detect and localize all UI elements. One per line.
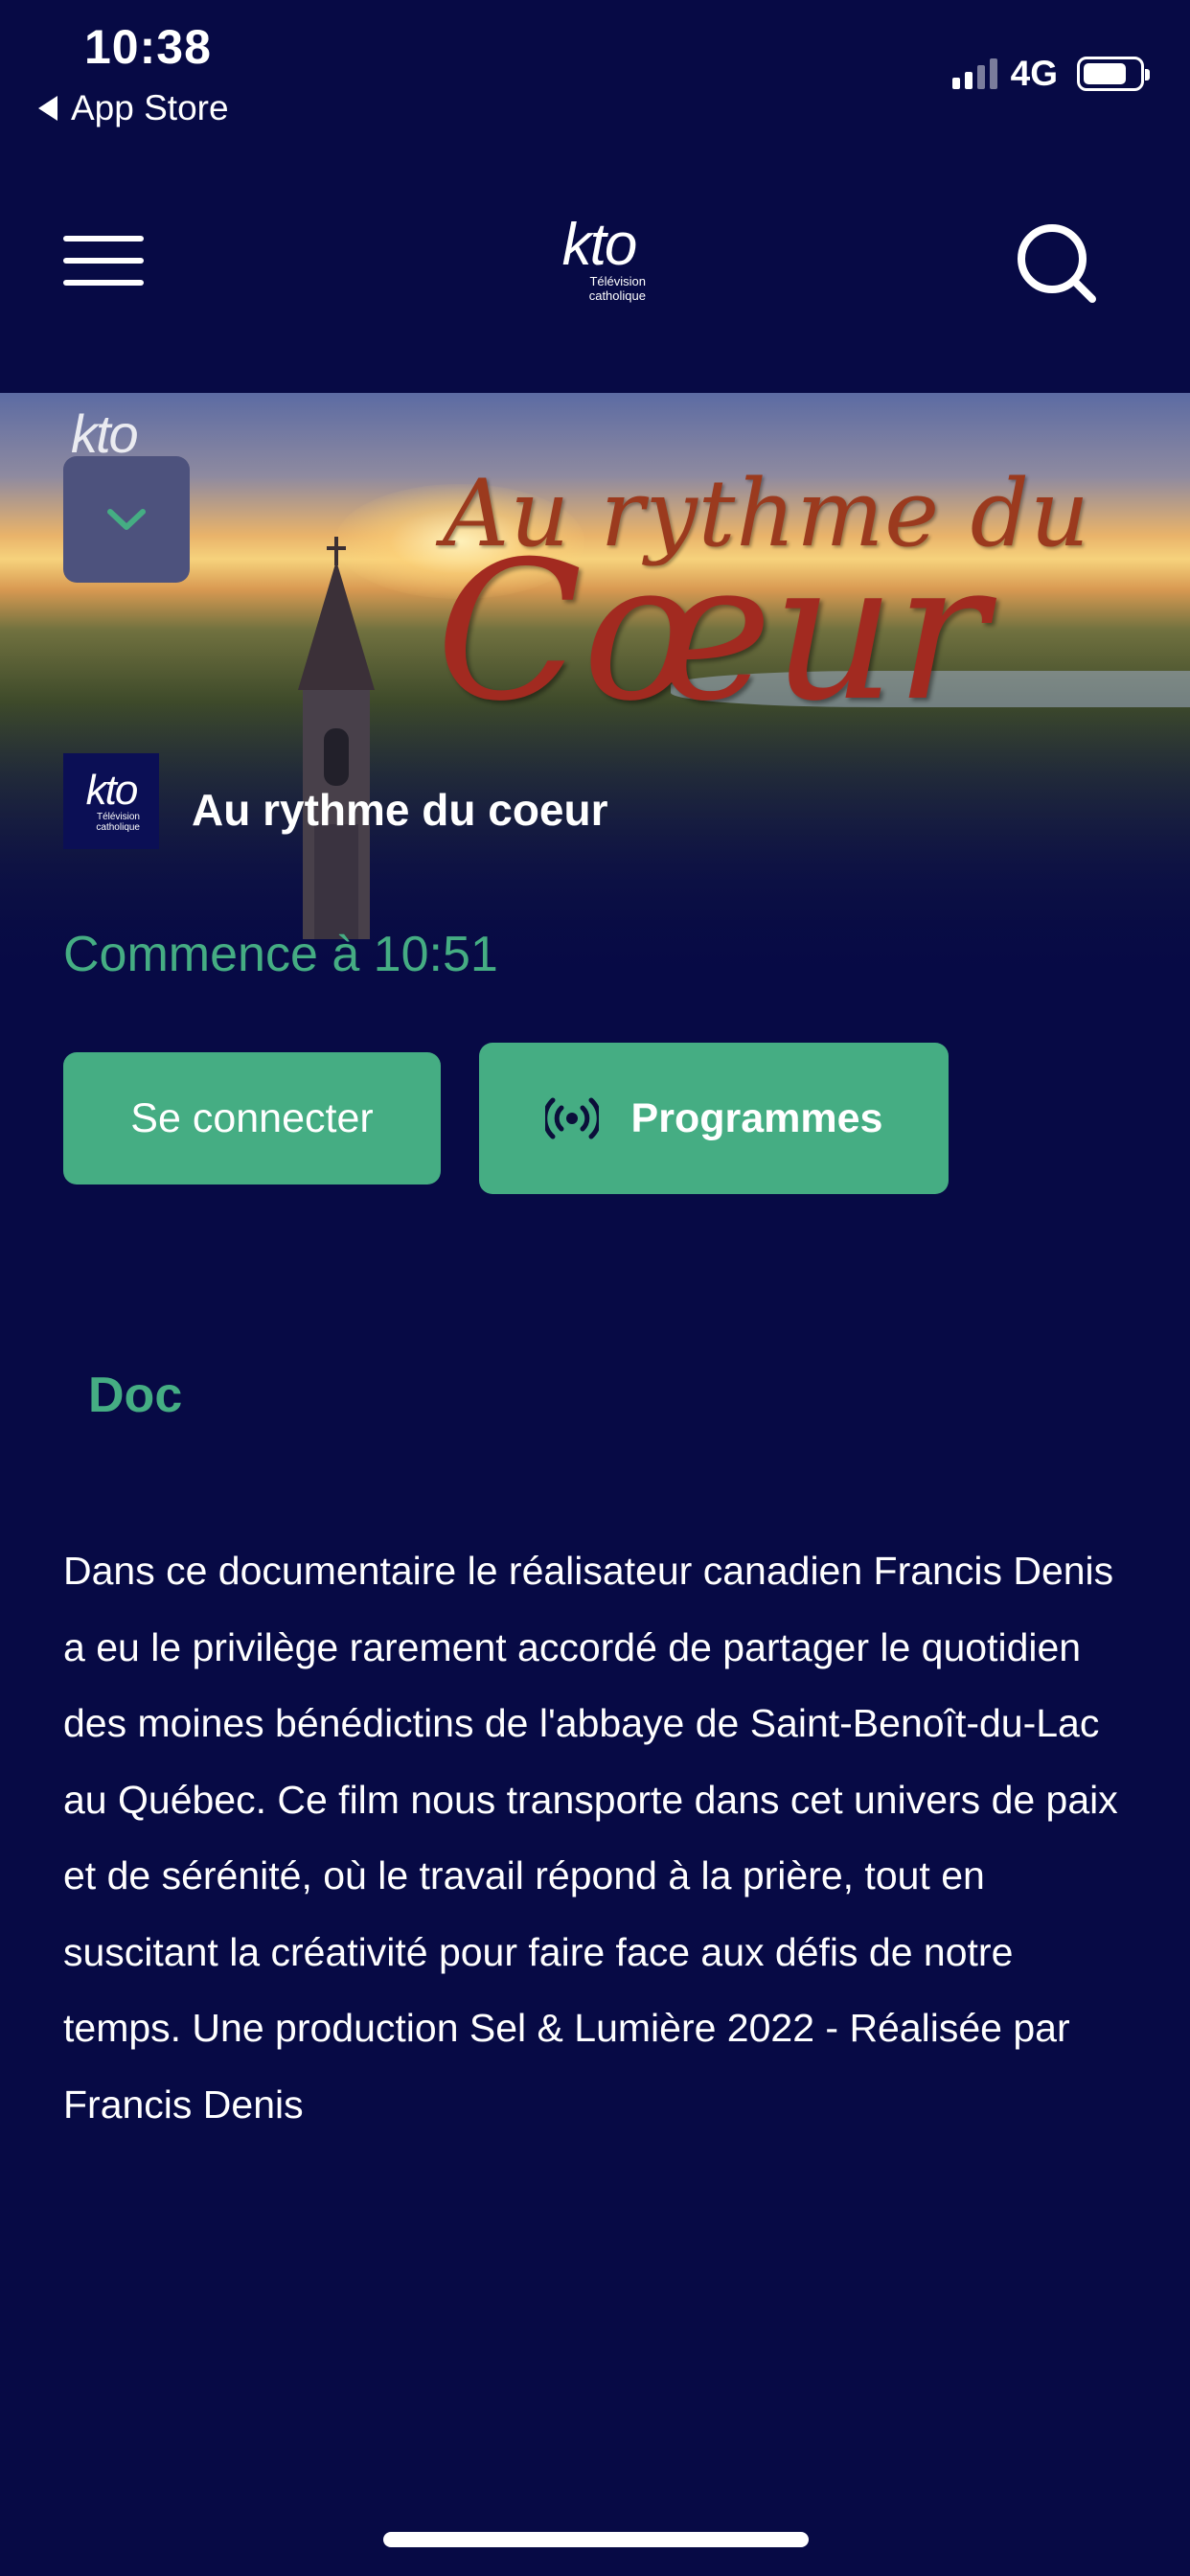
signal-icon (951, 58, 997, 89)
program-description: Dans ce documentaire le réalisateur cana… (63, 1549, 1118, 2127)
network-type: 4G (1010, 54, 1058, 93)
home-indicator[interactable] (383, 2532, 809, 2547)
hero-title-line2: Cœur (436, 520, 988, 744)
abbey-tower-illustration (298, 537, 375, 939)
status-time: 10:38 (84, 20, 212, 74)
program-title: Au rythme du coeur (192, 785, 608, 835)
start-time: Commence à 10:51 (63, 927, 498, 982)
back-label: App Store (71, 88, 229, 127)
chevron-down-icon (107, 509, 146, 530)
back-to-app-store[interactable]: App Store (38, 88, 229, 128)
login-button[interactable]: Se connecter (63, 1052, 441, 1184)
brand-mark: kto (561, 212, 638, 278)
collapse-button[interactable] (63, 456, 190, 583)
back-arrow-icon (38, 96, 57, 121)
genre-label: Doc (88, 1368, 183, 1423)
brand-sub-line2: catholique (588, 288, 646, 303)
screen: 10:38 App Store 4G kto Télévision cathol… (0, 0, 1190, 2576)
battery-icon (1077, 57, 1150, 91)
hamburger-icon[interactable] (63, 236, 144, 286)
programs-button[interactable]: Programmes (479, 1043, 949, 1194)
search-icon[interactable] (1014, 220, 1100, 307)
programs-button-label: Programmes (630, 1094, 883, 1141)
kto-logo[interactable]: kto Télévision catholique (546, 212, 652, 304)
broadcast-icon (544, 1097, 599, 1139)
status-indicators: 4G (951, 54, 1150, 94)
channel-sub-line2: catholique (96, 822, 140, 833)
login-button-label: Se connecter (130, 1094, 374, 1141)
channel-mark: kto (85, 767, 139, 814)
channel-logo: kto Télévision catholique (63, 753, 159, 849)
channel-sub-line1: Télévision (96, 812, 140, 822)
